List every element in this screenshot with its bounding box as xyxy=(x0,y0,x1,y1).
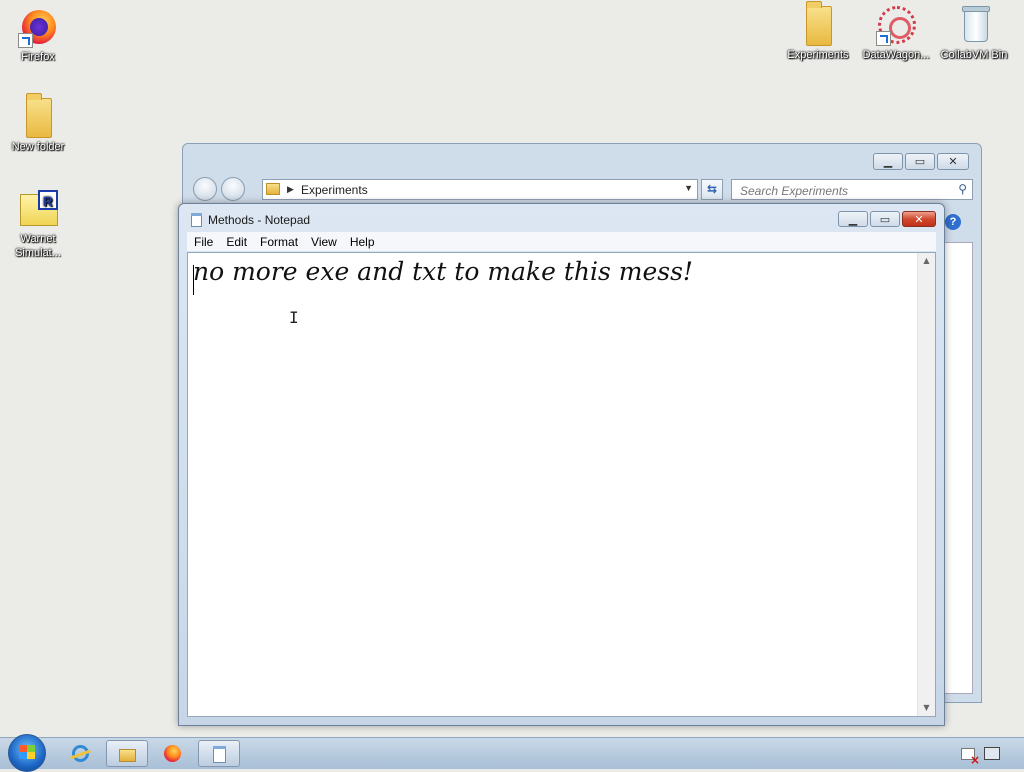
warnet-simulator-icon: R xyxy=(18,190,58,230)
text-editor[interactable]: no more exe and txt to make this mess! I… xyxy=(187,252,936,717)
address-bar[interactable]: ▶ Experiments ▼ xyxy=(262,179,698,200)
desktop-icon-label: New folder xyxy=(11,141,65,153)
network-icon[interactable] xyxy=(984,747,1000,760)
desktop-icon-recycle-bin[interactable]: CollabVM Bin xyxy=(936,6,1012,62)
desktop-icon-label: Firefox xyxy=(21,51,55,63)
windows-logo-icon xyxy=(19,745,35,759)
notepad-icon xyxy=(191,213,202,227)
menu-bar: File Edit Format View Help xyxy=(187,232,936,251)
breadcrumb-arrow-icon[interactable]: ▶ xyxy=(287,184,294,195)
firefox-icon xyxy=(164,745,181,762)
maximize-button[interactable]: ▭ xyxy=(870,211,900,227)
menu-file[interactable]: File xyxy=(187,232,219,251)
menu-view[interactable]: View xyxy=(304,232,343,251)
desktop-icon-datawagon[interactable]: DataWagon... xyxy=(858,6,934,62)
shortcut-arrow-icon xyxy=(876,31,891,46)
folder-icon xyxy=(18,93,58,138)
taskbar-internet-explorer[interactable] xyxy=(60,740,102,767)
folder-icon xyxy=(798,1,838,46)
explorer-minimize-button[interactable]: ▁ xyxy=(873,153,903,170)
recycle-bin-icon xyxy=(954,6,994,46)
start-button[interactable] xyxy=(8,734,46,772)
window-title: Methods - Notepad xyxy=(208,213,311,227)
desktop-icon-new-folder[interactable]: New folder xyxy=(0,93,76,154)
vertical-scrollbar[interactable]: ▲ ▼ xyxy=(917,253,935,716)
datawagon-icon xyxy=(876,6,916,46)
explorer-close-button[interactable]: ✕ xyxy=(937,153,969,170)
notepad-window-controls: ▁ ▭ ✕ xyxy=(838,211,936,227)
firefox-icon xyxy=(18,8,58,48)
back-button[interactable] xyxy=(193,177,217,201)
minimize-button[interactable]: ▁ xyxy=(838,211,868,227)
editor-content[interactable]: no more exe and txt to make this mess! xyxy=(193,257,693,286)
scroll-up-icon[interactable]: ▲ xyxy=(918,253,935,269)
desktop-icon-experiments[interactable]: Experiments xyxy=(780,1,856,62)
breadcrumb-experiments[interactable]: Experiments xyxy=(301,183,368,197)
ibeam-cursor-icon: I xyxy=(289,308,299,327)
scroll-down-icon[interactable]: ▼ xyxy=(918,700,935,716)
desktop-icon-label: DataWagon... xyxy=(862,49,930,61)
notepad-icon xyxy=(213,746,226,763)
folder-icon xyxy=(266,183,280,195)
explorer-maximize-button[interactable]: ▭ xyxy=(905,153,935,170)
menu-help[interactable]: Help xyxy=(343,232,381,251)
forward-button[interactable] xyxy=(221,177,245,201)
text-caret xyxy=(193,265,194,295)
help-icon[interactable]: ? xyxy=(945,214,961,230)
refresh-button[interactable]: ⇆ xyxy=(701,179,723,200)
search-input[interactable] xyxy=(738,183,942,199)
taskbar-file-explorer[interactable] xyxy=(106,740,148,767)
shortcut-arrow-icon xyxy=(18,33,33,48)
desktop-icon-label: Experiments xyxy=(787,49,849,61)
desktop-icon-label: CollabVM Bin xyxy=(940,49,1008,61)
internet-explorer-icon xyxy=(72,745,89,762)
taskbar xyxy=(0,734,1024,772)
taskbar-firefox[interactable] xyxy=(152,740,194,767)
menu-edit[interactable]: Edit xyxy=(219,232,253,251)
address-dropdown-icon[interactable]: ▼ xyxy=(684,183,693,193)
close-button[interactable]: ✕ xyxy=(902,211,936,227)
menu-format[interactable]: Format xyxy=(253,232,304,251)
folder-icon xyxy=(119,749,136,762)
action-center-icon[interactable] xyxy=(961,748,980,767)
explorer-window-controls: ▁ ▭ ✕ xyxy=(873,153,969,170)
desktop-icon-warnet-simulator[interactable]: R Warnet Simulat... xyxy=(0,190,76,260)
notepad-window[interactable]: Methods - Notepad ▁ ▭ ✕ File Edit Format… xyxy=(178,203,945,726)
search-icon[interactable]: ⚲ xyxy=(958,182,967,196)
taskbar-notepad[interactable] xyxy=(198,740,240,767)
search-box[interactable]: ⚲ xyxy=(731,179,973,200)
desktop-icon-firefox[interactable]: Firefox xyxy=(0,8,76,64)
desktop-icon-label: Warnet Simulat... xyxy=(15,233,61,259)
